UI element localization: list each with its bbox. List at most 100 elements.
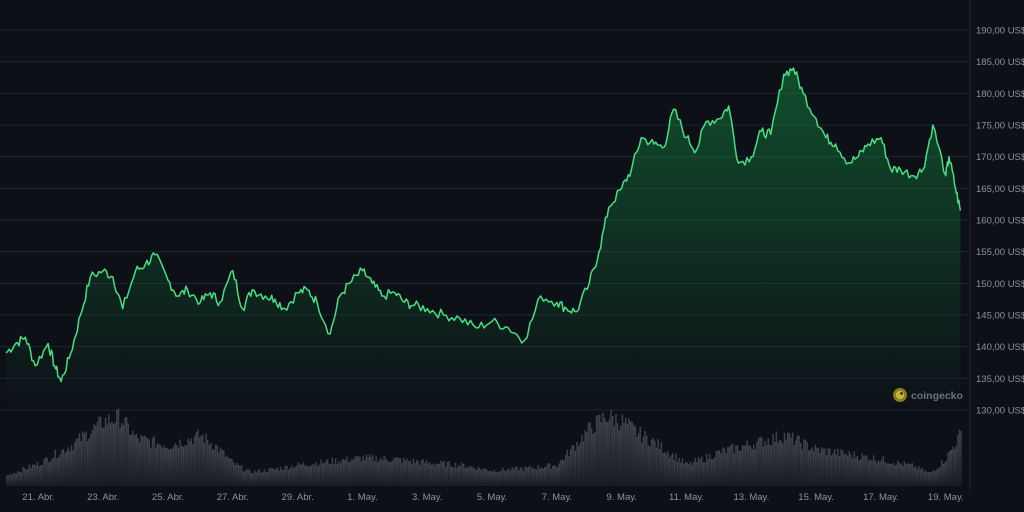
volume-bar xyxy=(69,451,71,486)
volume-bar xyxy=(247,469,249,486)
volume-bar xyxy=(360,461,363,486)
volume-bar xyxy=(647,444,650,486)
volume-bar xyxy=(250,472,253,486)
volume-bar xyxy=(623,423,625,486)
volume-bar xyxy=(864,455,867,486)
volume-bar xyxy=(563,460,565,486)
volume-bar xyxy=(782,443,784,486)
volume-bar xyxy=(916,469,919,486)
volume-bar xyxy=(879,462,881,486)
volume-bar xyxy=(475,470,478,486)
volume-bar xyxy=(579,442,581,486)
volume-bar xyxy=(670,455,672,486)
volume-bar xyxy=(498,471,500,486)
volume-bar xyxy=(540,467,543,486)
volume-bar xyxy=(351,459,353,486)
volume-bar xyxy=(493,469,496,486)
volume-bar xyxy=(156,443,159,486)
volume-bar xyxy=(757,438,760,486)
volume-bar xyxy=(668,457,671,486)
x-tick-label: 23. Abr. xyxy=(87,492,119,503)
volume-bar xyxy=(738,450,740,486)
volume-bar xyxy=(67,447,69,486)
volume-bar xyxy=(343,458,345,486)
y-tick-label: 160,00 US$ xyxy=(976,216,1024,227)
volume-bar xyxy=(897,460,899,486)
volume-bar xyxy=(75,439,78,486)
volume-bar xyxy=(98,416,100,486)
volume-bar xyxy=(354,456,356,486)
volume-bar xyxy=(111,421,113,486)
price-chart: 130,00 US$ 135,00 US$ 140,00 US$ 145,00 US$… xyxy=(0,0,1024,503)
volume-bar xyxy=(796,435,799,486)
volume-bar xyxy=(539,468,541,486)
volume-bar xyxy=(770,445,773,486)
volume-bar xyxy=(229,458,232,486)
volume-bar xyxy=(594,432,596,486)
volume-bar xyxy=(689,461,692,486)
volume-bar xyxy=(775,431,778,486)
volume-bar xyxy=(446,461,449,486)
volume-bar xyxy=(355,456,358,486)
volume-bar xyxy=(902,465,904,486)
volume-bar xyxy=(388,461,390,486)
volume-bar xyxy=(386,460,389,486)
volume-bar xyxy=(798,435,800,486)
volume-bar xyxy=(681,458,684,486)
volume-bar xyxy=(474,468,476,486)
volume-bar xyxy=(612,416,614,486)
volume-bar xyxy=(921,467,923,486)
volume-bar xyxy=(265,472,267,486)
volume-bar xyxy=(398,457,400,486)
volume-bar xyxy=(524,466,526,486)
x-tick-label: 21. Abr. xyxy=(22,492,54,503)
volume-bar xyxy=(313,464,316,486)
volume-bar xyxy=(534,468,536,486)
volume-bar xyxy=(694,458,697,486)
volume-bar xyxy=(409,460,411,486)
volume-bar xyxy=(808,450,810,486)
y-tick-label: 170,00 US$ xyxy=(976,152,1024,163)
volume-bar xyxy=(496,472,499,486)
volume-bar xyxy=(592,433,594,486)
volume-bar xyxy=(244,471,246,486)
volume-bar xyxy=(908,464,910,486)
volume-bar xyxy=(445,467,447,486)
volume-bar xyxy=(163,446,165,486)
volume-bar xyxy=(746,440,748,486)
volume-bar xyxy=(171,448,173,486)
volume-bar xyxy=(752,444,755,486)
volume-bar xyxy=(851,458,854,486)
volume-bar xyxy=(187,438,189,486)
volume-bar xyxy=(927,471,930,486)
volume-bar xyxy=(526,467,528,486)
volume-bar xyxy=(169,449,172,486)
volume-bar xyxy=(741,445,744,486)
volume-bar xyxy=(61,450,63,486)
volume-bar xyxy=(613,426,616,486)
volume-bar xyxy=(863,455,865,486)
volume-bar xyxy=(312,464,314,486)
volume-bar xyxy=(237,464,240,486)
volume-bar xyxy=(610,409,612,486)
volume-bar xyxy=(893,465,896,486)
volume-bar xyxy=(99,416,102,486)
volume-bar xyxy=(817,448,820,486)
volume-bar xyxy=(25,469,27,486)
volume-bar xyxy=(686,462,688,486)
volume-bar xyxy=(279,466,282,486)
volume-bar xyxy=(931,471,933,486)
volume-bar xyxy=(877,460,880,486)
volume-bar xyxy=(315,462,317,486)
y-tick-label: 155,00 US$ xyxy=(976,247,1024,258)
volume-bar xyxy=(607,422,609,486)
volume-bar xyxy=(639,426,641,486)
volume-bar xyxy=(420,460,423,486)
volume-bar xyxy=(903,461,906,486)
volume-bar xyxy=(242,471,244,486)
volume-bar xyxy=(950,449,953,486)
volume-bar xyxy=(412,458,415,486)
volume-bar xyxy=(822,448,825,486)
volume-bar xyxy=(910,463,912,486)
volume-bar xyxy=(835,454,838,486)
